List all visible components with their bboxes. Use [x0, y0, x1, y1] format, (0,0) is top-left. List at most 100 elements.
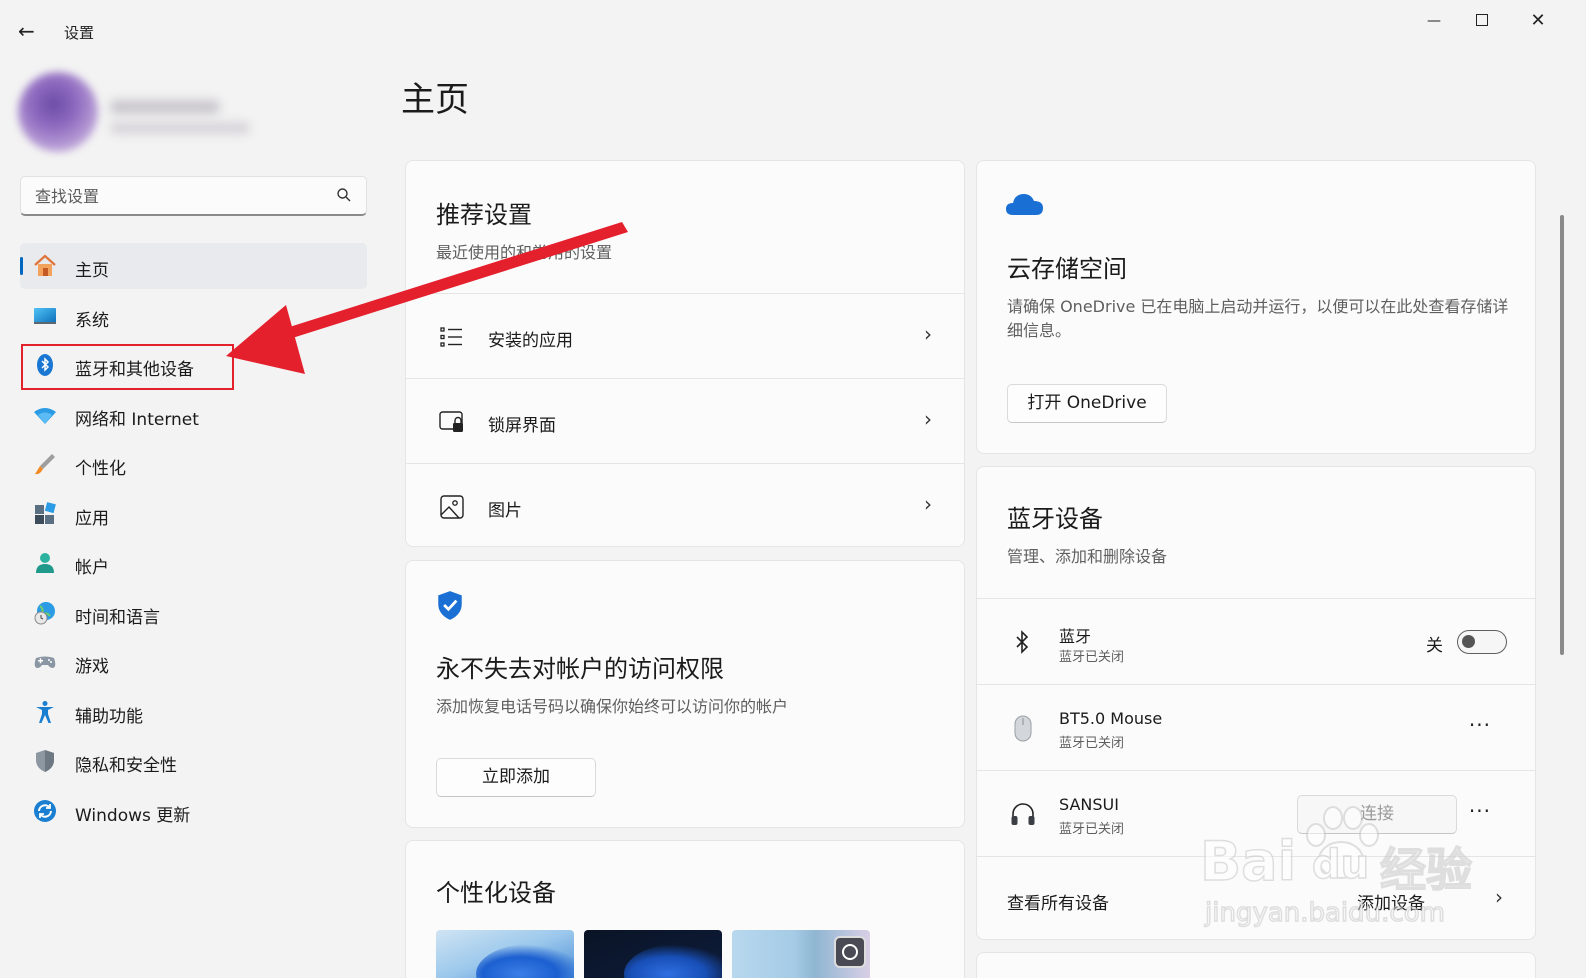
theme-thumbnail-photo[interactable] [732, 930, 870, 978]
sidebar-item-label: 系统 [75, 310, 109, 331]
user-email-blurred [110, 122, 250, 134]
card-subtitle: 请确保 OneDrive 已在电脑上启动并运行，以便可以在此处查看存储详细信息。 [1007, 297, 1509, 340]
accessibility-icon [36, 700, 54, 723]
card-subtitle: 最近使用的和常用的设置 [436, 243, 613, 262]
sidebar-item-gaming[interactable]: 游戏 [20, 639, 367, 685]
camera-glyph [842, 944, 858, 960]
annotation-highlight-box [21, 344, 234, 390]
device-name: BT5.0 Mouse [1059, 709, 1163, 728]
sidebar-item-label: 时间和语言 [75, 607, 160, 628]
system-icon [34, 307, 56, 324]
row-label: 锁屏界面 [488, 416, 556, 436]
card-subtitle: 添加恢复电话号码以确保你始终可以访问你的帐户 [436, 697, 789, 716]
add-now-button[interactable]: 立即添加 [436, 758, 596, 797]
update-icon [34, 799, 56, 822]
gamepad-icon [34, 656, 56, 668]
page-title: 主页 [401, 80, 469, 120]
sidebar-nav: 主页 系统 蓝牙和其他设备 网络和 Internet 个性化 应用 帐户 时间和… [20, 243, 367, 837]
sidebar-item-label: 个性化 [75, 459, 126, 479]
theme-thumbnail-light[interactable] [436, 930, 574, 978]
card-title: 蓝牙设备 [1007, 505, 1103, 533]
open-onedrive-button[interactable]: 打开 OneDrive [1007, 384, 1167, 423]
row-label: 安装的应用 [488, 331, 573, 351]
theme-thumbnail-dark[interactable] [584, 930, 722, 978]
onedrive-cloud-icon [1006, 194, 1043, 215]
back-button[interactable]: ← [18, 20, 44, 44]
globe-clock-icon [34, 601, 55, 624]
device-status: 蓝牙已关闭 [1059, 736, 1125, 751]
device-name: SANSUI [1059, 795, 1119, 814]
sidebar-item-label: 隐私和安全性 [75, 756, 177, 776]
card-title: 个性化设备 [436, 879, 556, 907]
bluetooth-icon [1016, 630, 1029, 654]
sidebar-item-label: 主页 [75, 261, 109, 281]
shield-check-icon [438, 591, 462, 620]
bloom-shape [624, 944, 722, 978]
account-icon [36, 553, 54, 573]
shield-icon [36, 750, 54, 772]
chevron-right-icon: › [924, 322, 932, 346]
watermark-brand-du: du [1311, 841, 1370, 889]
title-bar: ← 设置 — ✕ [0, 0, 1586, 60]
recommended-row-lock-screen[interactable]: 锁屏界面 › [406, 378, 964, 463]
search-input[interactable] [35, 186, 325, 206]
bluetooth-status: 蓝牙已关闭 [1059, 650, 1125, 665]
bluetooth-toggle-row: 蓝牙 蓝牙已关闭 关 [977, 598, 1535, 684]
chevron-right-icon: › [924, 407, 932, 431]
maximize-button[interactable] [1462, 10, 1502, 34]
bluetooth-name: 蓝牙 [1059, 627, 1092, 646]
sidebar-item-privacy[interactable]: 隐私和安全性 [20, 738, 367, 784]
user-profile[interactable] [0, 62, 260, 162]
card-title: 永不失去对帐户的访问权限 [436, 655, 724, 683]
apps-icon [35, 501, 56, 524]
avatar [18, 72, 98, 152]
lock-screen-icon [439, 411, 463, 432]
sidebar-item-label: 辅助功能 [75, 706, 143, 727]
sidebar-item-label: 游戏 [75, 657, 109, 677]
watermark-brand: Bai [1199, 829, 1297, 894]
row-label: 图片 [488, 501, 522, 521]
sidebar-item-network[interactable]: 网络和 Internet [20, 392, 367, 438]
toggle-knob [1462, 635, 1475, 648]
next-card [976, 952, 1536, 978]
close-button[interactable]: ✕ [1518, 10, 1558, 34]
user-name-blurred [110, 100, 220, 114]
toggle-state-label: 关 [1426, 636, 1443, 656]
recommended-row-installed-apps[interactable]: 安装的应用 › [406, 293, 964, 378]
scrollbar[interactable] [1560, 215, 1564, 655]
photo-icon [834, 936, 866, 968]
device-status: 蓝牙已关闭 [1059, 822, 1125, 837]
recommended-settings-card: 推荐设置 最近使用的和常用的设置 安装的应用 › 锁屏界面 › 图片 › [405, 160, 965, 547]
brush-icon [35, 454, 55, 475]
wifi-icon [34, 407, 56, 424]
sidebar-item-personalization[interactable]: 个性化 [20, 441, 367, 487]
list-icon [440, 327, 462, 347]
more-options-icon[interactable]: ··· [1469, 713, 1491, 737]
sidebar-item-accounts[interactable]: 帐户 [20, 540, 367, 586]
device-row[interactable]: BT5.0 Mouse 蓝牙已关闭 ··· [977, 684, 1535, 770]
card-title: 云存储空间 [1007, 255, 1127, 283]
view-all-devices-link[interactable]: 查看所有设备 [1007, 889, 1109, 914]
sidebar-item-system[interactable]: 系统 [20, 293, 367, 339]
sidebar-item-time-language[interactable]: 时间和语言 [20, 590, 367, 636]
search-icon[interactable] [336, 187, 352, 203]
card-subtitle: 管理、添加和删除设备 [1007, 547, 1168, 566]
sidebar-item-accessibility[interactable]: 辅助功能 [20, 689, 367, 735]
sidebar-item-label: 帐户 [75, 558, 109, 578]
sidebar-item-home[interactable]: 主页 [20, 243, 367, 289]
sidebar-item-label: Windows 更新 [75, 805, 191, 826]
sidebar-item-windows-update[interactable]: Windows 更新 [20, 788, 367, 834]
recommended-row-pictures[interactable]: 图片 › [406, 463, 964, 546]
sidebar-item-label: 应用 [75, 508, 109, 529]
sidebar-item-label: 网络和 Internet [75, 409, 199, 430]
maximize-icon [1476, 14, 1488, 26]
minimize-button[interactable]: — [1414, 10, 1454, 34]
bloom-shape [476, 944, 574, 978]
chevron-right-icon: › [924, 492, 932, 516]
search-box[interactable] [20, 176, 367, 216]
mouse-icon [1014, 715, 1032, 742]
sidebar-item-apps[interactable]: 应用 [20, 491, 367, 537]
card-title: 推荐设置 [436, 201, 532, 229]
active-indicator [20, 257, 23, 275]
bluetooth-toggle[interactable] [1457, 630, 1507, 654]
